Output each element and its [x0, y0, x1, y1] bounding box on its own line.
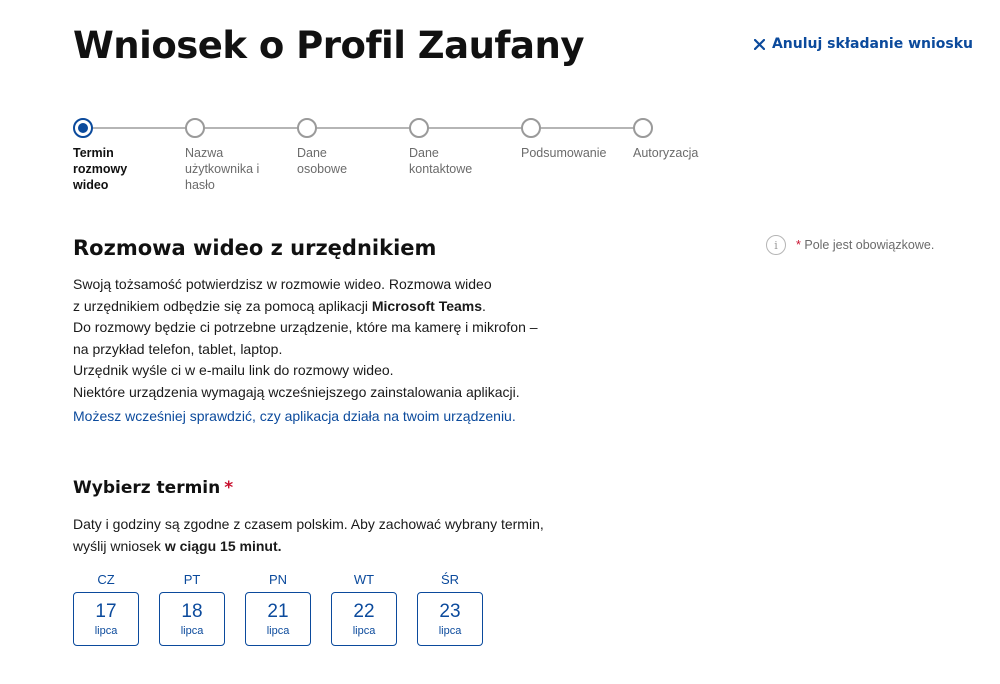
date-button[interactable]: 18 lipca [159, 592, 225, 646]
note-line: wyślij wniosek w ciągu 15 minut. [73, 536, 633, 558]
choose-term-label: Wybierz termin [73, 478, 221, 498]
day-of-week: WT [353, 572, 375, 587]
required-field-note: i * Pole jest obowiązkowe. [766, 235, 934, 255]
step-podsumowanie: Podsumowanie [521, 118, 621, 161]
required-note-text: * Pole jest obowiązkowe. [796, 238, 934, 252]
date-day: 23 [439, 600, 461, 622]
step-termin: Termin rozmowy wideo [73, 118, 173, 193]
step-circle-active [73, 118, 93, 138]
step-circle [409, 118, 429, 138]
step-label: Dane osobowe [297, 146, 348, 176]
step-circle [633, 118, 653, 138]
description-text: . [482, 297, 486, 314]
date-day: 17 [95, 600, 117, 622]
note-text: wyślij wniosek [73, 537, 165, 554]
date-month: lipca [180, 624, 204, 637]
date-button[interactable]: 17 lipca [73, 592, 139, 646]
step-label: Termin rozmowy wideo [73, 146, 128, 192]
step-label: Nazwa użytkownika i hasło [185, 146, 260, 192]
timezone-note: Daty i godziny są zgodne z czasem polski… [73, 514, 633, 557]
step-dane-kontaktowe: Dane kontaktowe [409, 118, 509, 177]
date-option: WT 22 lipca [331, 572, 397, 646]
description-line: Niektóre urządzenia wymagają wcześniejsz… [73, 383, 520, 400]
required-asterisk: * [224, 478, 234, 498]
step-circle [297, 118, 317, 138]
page-title: Wniosek o Profil Zaufany [73, 24, 584, 67]
description-text: z urzędnikiem odbędzie się za pomocą apl… [73, 297, 372, 314]
description-line: Do rozmowy będzie ci potrzebne urządzeni… [73, 319, 538, 335]
cancel-label: Anuluj składanie wniosku [771, 36, 973, 52]
description-line: Swoją tożsamość potwierdzisz w rozmowie … [73, 276, 492, 292]
step-label: Podsumowanie [521, 146, 607, 160]
note-line: Daty i godziny są zgodne z czasem polski… [73, 516, 544, 532]
check-app-link[interactable]: Możesz wcześniej sprawdzić, czy aplikacj… [73, 408, 516, 424]
app-name: Microsoft Teams [371, 297, 483, 314]
progress-stepper: Termin rozmowy wideo Nazwa użytkownika i… [73, 118, 713, 208]
date-option: PT 18 lipca [159, 572, 225, 646]
choose-term-title: Wybierz termin * [73, 478, 233, 498]
date-day: 21 [267, 600, 289, 622]
date-picker: CZ 17 lipca PT 18 lipca PN 21 lipca WT 2… [73, 572, 483, 646]
date-day: 18 [181, 600, 203, 622]
date-button[interactable]: 23 lipca [417, 592, 483, 646]
info-icon: i [766, 235, 786, 255]
video-description: Swoją tożsamość potwierdzisz w rozmowie … [73, 274, 633, 403]
cancel-application-link[interactable]: Anuluj składanie wniosku [753, 36, 973, 52]
step-label: Autoryzacja [633, 146, 699, 160]
date-option: ŚR 23 lipca [417, 572, 483, 646]
description-line: z urzędnikiem odbędzie się za pomocą apl… [73, 296, 633, 318]
video-section-title: Rozmowa wideo z urzędnikiem [73, 236, 437, 260]
description-line: na przykład telefon, tablet, laptop. [73, 340, 283, 357]
date-day: 22 [353, 600, 375, 622]
step-circle [521, 118, 541, 138]
day-of-week: CZ [97, 572, 115, 587]
day-of-week: PT [183, 572, 201, 587]
required-note-label: Pole jest obowiązkowe. [804, 238, 935, 252]
description-line: Urzędnik wyśle ci w e-mailu link do rozm… [73, 362, 394, 378]
date-month: lipca [438, 624, 462, 637]
required-asterisk: * [796, 238, 801, 252]
date-month: lipca [352, 624, 376, 637]
day-of-week: ŚR [440, 572, 460, 587]
step-dane-osobowe: Dane osobowe [297, 118, 397, 177]
step-nazwa-uzytkownika: Nazwa użytkownika i hasło [185, 118, 285, 193]
step-circle [185, 118, 205, 138]
close-icon [753, 38, 765, 50]
date-month: lipca [266, 624, 290, 637]
date-button[interactable]: 21 lipca [245, 592, 311, 646]
date-option: CZ 17 lipca [73, 572, 139, 646]
note-deadline: w ciągu 15 minut. [164, 537, 282, 554]
day-of-week: PN [268, 572, 288, 587]
step-autoryzacja: Autoryzacja [633, 118, 733, 161]
date-month: lipca [94, 624, 118, 637]
date-option: PN 21 lipca [245, 572, 311, 646]
date-button[interactable]: 22 lipca [331, 592, 397, 646]
step-label: Dane kontaktowe [409, 146, 473, 176]
